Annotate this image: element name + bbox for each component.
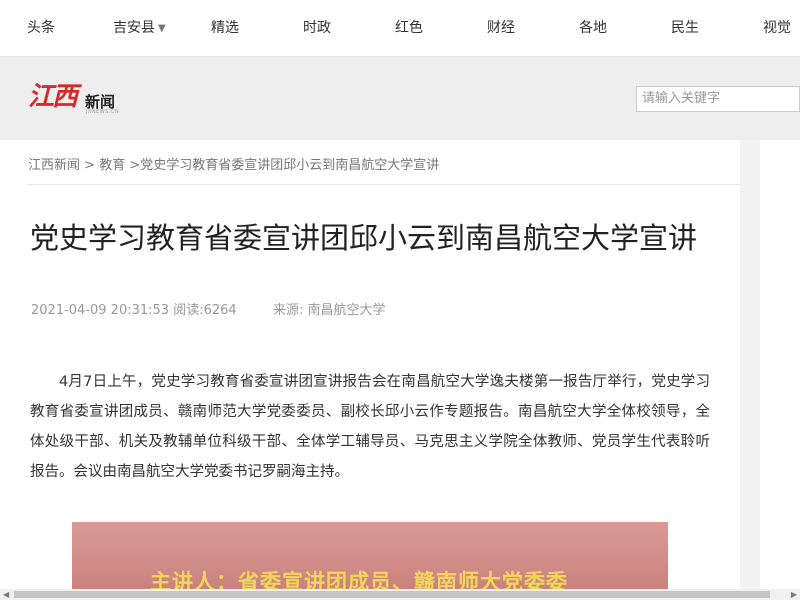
- logo-mark: 江西: [28, 82, 78, 112]
- source-name: 南昌航空大学: [307, 303, 386, 318]
- caret-down-icon: ▼: [158, 23, 166, 34]
- breadcrumb-separator: >: [84, 158, 96, 173]
- nav-item-gedi[interactable]: 各地: [579, 18, 607, 38]
- article-body: 4月7日上午，党史学习教育省委宣讲团宣讲报告会在南昌航空大学逸夫楼第一报告厅举行…: [30, 373, 710, 480]
- breadcrumb-current[interactable]: 党史学习教育省委宣讲团邱小云到南昌航空大学宣讲: [140, 158, 439, 173]
- scroll-right-icon[interactable]: ▶: [791, 590, 797, 599]
- top-nav-bar: 头条 吉安县 ▼ 精选 时政 红色 财经 各地 民生 视觉: [0, 0, 800, 57]
- breadcrumb-section[interactable]: 教育: [99, 158, 125, 173]
- source-label: 来源:: [272, 303, 304, 318]
- nav-item-label: 视觉: [763, 20, 791, 36]
- nav-item-label: 吉安县: [113, 20, 155, 36]
- nav-item-label: 头条: [27, 20, 55, 36]
- nav-item-jingxuan[interactable]: 精选: [211, 18, 239, 38]
- nav-item-label: 时政: [303, 20, 331, 36]
- nav-item-hongse[interactable]: 红色: [395, 18, 423, 38]
- search-input[interactable]: [642, 91, 792, 106]
- nav-item-label: 红色: [395, 20, 423, 36]
- nav-item-jianxian[interactable]: 吉安县 ▼: [113, 18, 166, 39]
- nav-item-caijing[interactable]: 财经: [487, 18, 515, 38]
- nav-item-minsheng[interactable]: 民生: [671, 18, 699, 38]
- nav-item-toutiao[interactable]: 头条: [27, 18, 55, 38]
- search-box[interactable]: [636, 86, 800, 112]
- article-title: 党史学习教育省委宣讲团邱小云到南昌航空大学宣讲: [30, 221, 698, 256]
- nav-item-label: 财经: [487, 20, 515, 36]
- publish-datetime: 2021-04-09 20:31:53: [31, 303, 170, 318]
- article-meta: 2021-04-09 20:31:53 阅读:6264 来源: 南昌航空大学: [31, 299, 386, 318]
- nav-item-shijue[interactable]: 视觉: [763, 18, 791, 38]
- logo-subtext: JXNEWS.CN: [86, 109, 120, 115]
- nav-item-label: 各地: [579, 20, 607, 36]
- scroll-left-icon[interactable]: ◀: [3, 590, 9, 599]
- scrollbar-thumb[interactable]: [14, 591, 770, 598]
- reads-count: 6264: [203, 303, 237, 318]
- reads-label: 阅读:: [173, 303, 204, 318]
- breadcrumb: 江西新闻 > 教育 >党史学习教育省委宣讲团邱小云到南昌航空大学宣讲: [28, 154, 439, 173]
- nav-item-label: 精选: [211, 20, 239, 36]
- breadcrumb-home[interactable]: 江西新闻: [28, 158, 80, 173]
- site-logo[interactable]: 江西 新闻 JXNEWS.CN: [28, 82, 119, 118]
- horizontal-scrollbar[interactable]: ◀ ▶: [0, 589, 800, 600]
- nav-item-label: 民生: [671, 20, 699, 36]
- breadcrumb-separator: >: [129, 158, 141, 173]
- divider: [28, 184, 740, 185]
- nav-item-shizheng[interactable]: 时政: [303, 18, 331, 38]
- sidebar-card: [760, 140, 800, 600]
- right-sidebar: [760, 140, 800, 600]
